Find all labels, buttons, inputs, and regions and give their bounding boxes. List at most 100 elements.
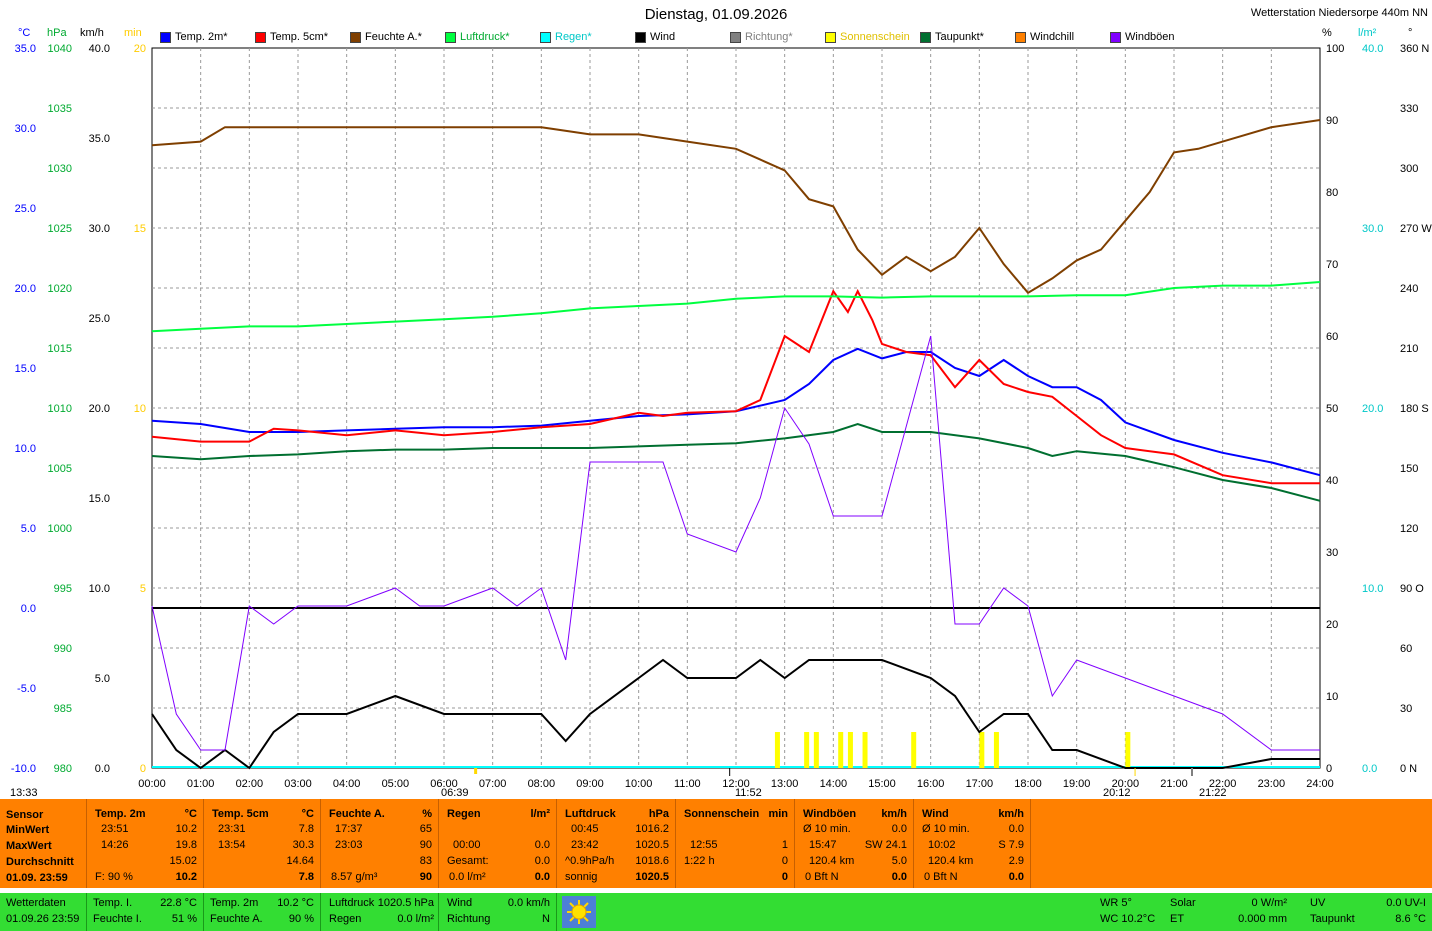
weather-chart: 00:00 01:00 02:00 03:00 04:00 05:00 06:00 07:00…: [11, 43, 1432, 790]
current-outdoor: Temp. 2m 10.2 °C Feuchte A. 90 %: [204, 893, 321, 931]
temp-tick-label: 20.0: [15, 283, 36, 295]
wind-tick-label: 5.0: [95, 673, 110, 685]
wind-r3: 2.9: [1008, 855, 1024, 867]
rain-tick-label: 10.0: [1362, 583, 1383, 595]
sunrise-time: 06:39: [441, 787, 469, 799]
x-tick-label: 09:00: [576, 778, 604, 790]
min-label: MinWert: [6, 824, 50, 836]
regen-total-label: Gesamt:: [447, 855, 489, 867]
sun-icon: [567, 900, 591, 924]
feuchte-min-time: 17:37: [335, 823, 363, 835]
feuchte-max: 90: [419, 839, 432, 851]
wind-direction-degrees: WR 5°: [1100, 897, 1132, 909]
temp5cm-max-time: 13:54: [218, 839, 246, 851]
wind-max-time: 10:02: [928, 839, 956, 851]
sunset-time: 20:12: [1103, 787, 1131, 799]
boeen-max-time: 15:47: [809, 839, 837, 851]
wind-unit-stat: km/h: [998, 808, 1024, 820]
x-tick-label: 17:00: [966, 778, 994, 790]
temp-indoor: 22.8 °C: [160, 897, 197, 909]
sunshine-bar: [813, 732, 819, 768]
pressure-label: Luftdruck: [329, 897, 375, 909]
feuchte-cur-label: 8.57 g/m³: [331, 871, 378, 883]
pressure-tick-label: 1020: [48, 283, 72, 295]
rain-tick-label: 20.0: [1362, 403, 1383, 415]
wind-max: S 7.9: [998, 839, 1024, 851]
rain-tick-label: 30.0: [1362, 223, 1383, 235]
boeen-cur: 0.0: [891, 871, 907, 883]
humidity-tick-label: 90: [1326, 115, 1338, 127]
x-tick-label: 11:00: [674, 778, 701, 790]
humidity-tick-label: 10: [1326, 691, 1338, 703]
temp-tick-label: 5.0: [21, 523, 36, 535]
pressure-tick-label: 1040: [48, 43, 72, 55]
direction-tick-label: 330: [1400, 103, 1418, 115]
current-wind: Wind 0.0 km/h Richtung N: [439, 893, 557, 931]
boeen-header: Windböen: [803, 808, 857, 820]
pressure-tick-label: 985: [54, 703, 72, 715]
feuchte-max-time: 23:03: [335, 839, 363, 851]
wind-label: Wind: [447, 897, 473, 909]
temp2m-header: Temp. 2m: [95, 808, 146, 820]
direction-tick-label: 150: [1400, 463, 1418, 475]
pressure-tick-label: 980: [54, 763, 72, 775]
direction-tick-label: 240: [1400, 283, 1418, 295]
sunshine-bar: [838, 732, 844, 768]
sun-tick-label: 10: [134, 403, 146, 415]
stats-panel: Sensor MinWert MaxWert Durchschnitt 01.0…: [0, 799, 1432, 888]
regen-unit: l/m²: [530, 808, 550, 820]
pressure-tick-label: 990: [54, 643, 72, 655]
sun-tick-label: 0: [140, 763, 146, 775]
regen-cur: 0.0: [534, 871, 550, 883]
stats-temp5cm: Temp. 5cm °C 23:31 7.8 13:54 30.3 14.64 …: [204, 799, 321, 888]
wind-tick-label: 20.0: [89, 403, 110, 415]
sunshine-bar: [979, 732, 985, 768]
direction-label: Richtung: [447, 913, 491, 925]
direction-tick-label: 30: [1400, 703, 1412, 715]
rain-tick-label: 0.0: [1362, 763, 1377, 775]
luftdruck-max: 1020.5: [635, 839, 669, 851]
sonne-value: 1: [781, 839, 788, 851]
x-tick-label: 19:00: [1063, 778, 1091, 790]
humidity-outdoor: 90 %: [288, 913, 314, 925]
luftdruck-cur: 1020.5: [635, 871, 669, 883]
wind-tick-label: 35.0: [89, 133, 110, 145]
luftdruck-trend: ^0.9hPa/h: [565, 855, 615, 867]
humidity-outdoor-label: Feuchte A.: [210, 913, 263, 925]
x-tick-label: 21:00: [1160, 778, 1188, 790]
rain-value: 0.0 l/m²: [397, 913, 434, 925]
x-tick-label: 24:00: [1306, 778, 1334, 790]
boeen-max: SW 24.1: [864, 839, 907, 851]
x-tick-label: 03:00: [284, 778, 312, 790]
boeen-avg: 0.0: [891, 823, 907, 835]
uv-value: 0.0 UV-I: [1386, 897, 1426, 909]
temp5cm-unit: °C: [301, 808, 314, 820]
temp5cm-min-time: 23:31: [218, 823, 246, 835]
pressure-tick-label: 1030: [48, 163, 72, 175]
temp5cm-avg: 14.64: [286, 855, 314, 867]
feuchte-cur: 90: [419, 871, 432, 883]
luftdruck-header: Luftdruck: [565, 808, 616, 820]
stats-regen: Regen l/m² 00:00 0.0 Gesamt: 0.0 0.0 l/m…: [439, 799, 557, 888]
luftdruck-forecast: sonnig: [565, 871, 598, 883]
stats-boeen: Windböen km/h Ø 10 min. 0.0 15:47 SW 24.…: [795, 799, 914, 888]
regen-time: 00:00: [453, 839, 481, 851]
stats-temp2m: Temp. 2m °C 23:51 10.2 14:26 19.8 15.02 …: [87, 799, 204, 888]
humidity-tick-label: 20: [1326, 619, 1338, 631]
dewpoint-value: 8.6 °C: [1395, 913, 1426, 925]
wind-avg: 0.0: [1008, 823, 1024, 835]
temp2m-avg: 15.02: [169, 855, 197, 867]
luftdruck-unit: hPa: [648, 808, 669, 820]
humidity-indoor: 51 %: [171, 913, 197, 925]
direction-tick-label: 300: [1400, 163, 1418, 175]
max-label: MaxWert: [6, 840, 52, 852]
noon-time: 11:52: [735, 787, 762, 799]
temp2m-max-time: 14:26: [101, 839, 129, 851]
current-panel: Wetterdaten 01.09.26 23:59 Temp. I. 22.8…: [0, 893, 1432, 931]
uv-label: UV: [1310, 897, 1326, 909]
x-tick-label: 16:00: [917, 778, 945, 790]
temp2m-min-time: 23:51: [101, 823, 129, 835]
x-tick-label: 18:00: [1014, 778, 1042, 790]
temp-tick-label: 35.0: [15, 43, 36, 55]
temp5cm-cur: 7.8: [298, 871, 314, 883]
